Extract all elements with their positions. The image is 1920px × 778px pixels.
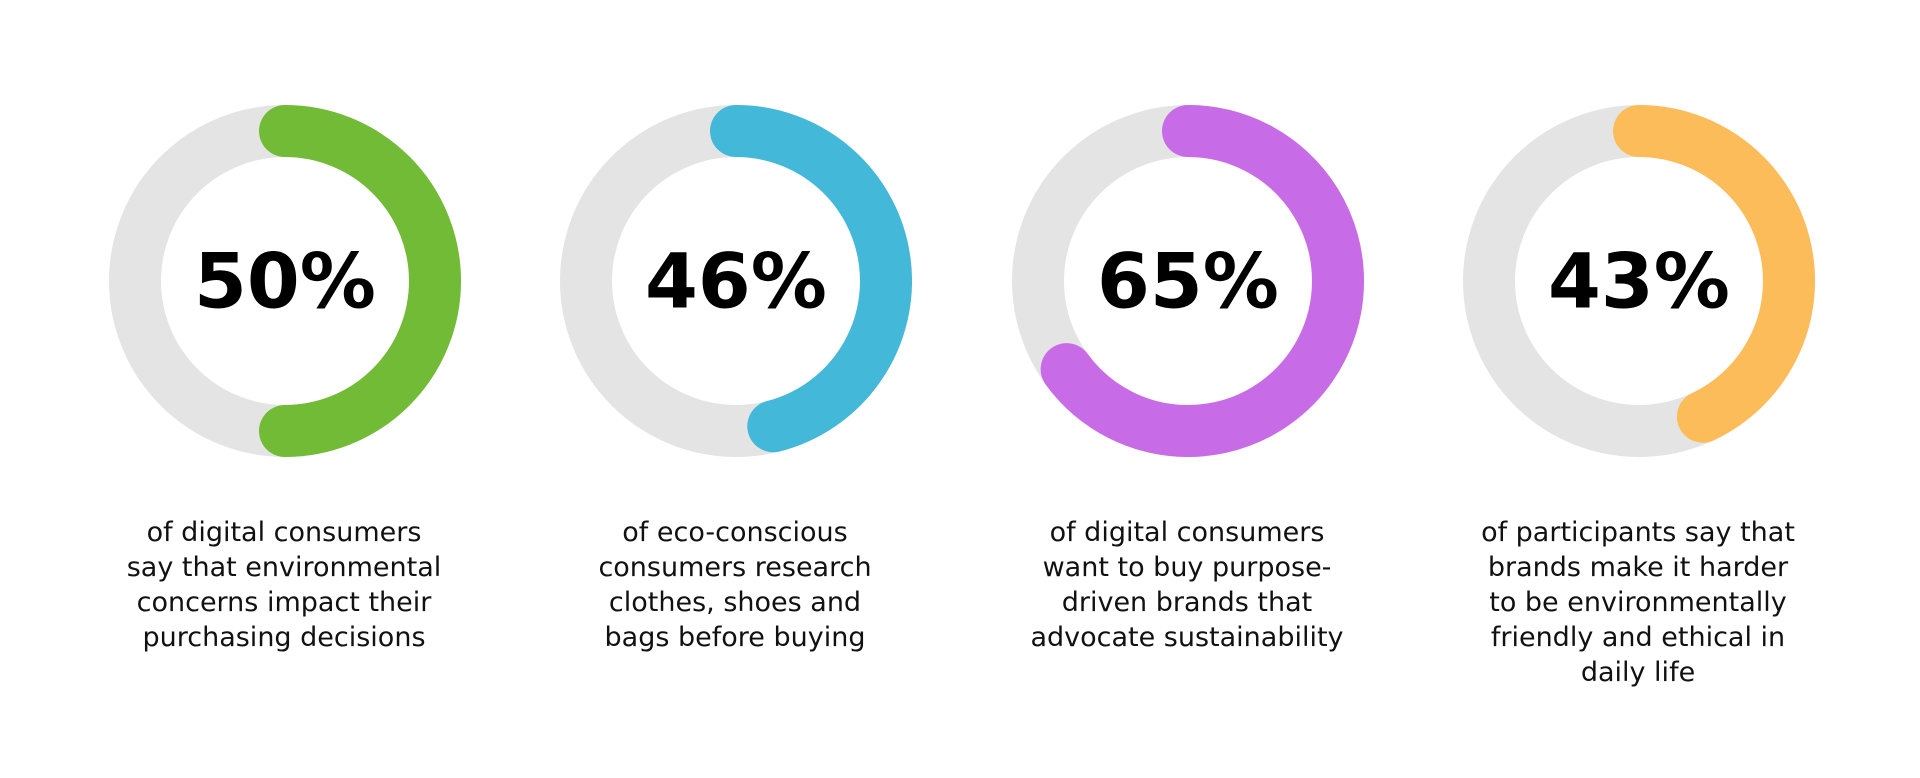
caption-line: want to buy purpose- xyxy=(1042,552,1332,583)
caption-line: driven brands that xyxy=(1061,587,1313,618)
stat-caption: of digital consumers want to buy purpose… xyxy=(987,515,1387,655)
caption-line: of participants say that xyxy=(1481,517,1795,548)
caption-line: advocate sustainability xyxy=(1030,622,1344,653)
caption-line: concerns impact their xyxy=(136,587,432,618)
donut-chart-3: 65% xyxy=(1012,105,1364,457)
donut-chart-4: 43% xyxy=(1463,105,1815,457)
caption-line: consumers research xyxy=(598,552,872,583)
caption-line: say that environmental xyxy=(126,552,442,583)
stat-card-3: 65% of digital consumers want to buy pur… xyxy=(967,105,1407,725)
stat-value: 46% xyxy=(645,237,827,326)
stat-caption: of digital consumers say that environmen… xyxy=(84,515,484,655)
caption-line: bags before buying xyxy=(604,622,866,653)
stat-caption: of eco-conscious consumers research clot… xyxy=(535,515,935,655)
stat-card-4: 43% of participants say that brands make… xyxy=(1418,105,1858,725)
stat-value: 43% xyxy=(1548,237,1730,326)
donut-chart-2: 46% xyxy=(560,105,912,457)
stat-card-1: 50% of digital consumers say that enviro… xyxy=(64,105,504,725)
stat-value: 65% xyxy=(1097,237,1279,326)
stats-row: 50% of digital consumers say that enviro… xyxy=(0,0,1920,778)
stat-caption: of participants say that brands make it … xyxy=(1438,515,1838,690)
caption-line: clothes, shoes and xyxy=(608,587,862,618)
caption-line: of digital consumers xyxy=(146,517,422,548)
caption-line: purchasing decisions xyxy=(142,622,426,653)
caption-line: of digital consumers xyxy=(1049,517,1325,548)
caption-line: brands make it harder xyxy=(1487,552,1789,583)
caption-line: of eco-conscious xyxy=(622,517,848,548)
stat-card-2: 46% of eco-conscious consumers research … xyxy=(515,105,955,725)
caption-line: daily life xyxy=(1580,657,1696,688)
caption-line: friendly and ethical in xyxy=(1490,622,1786,653)
stat-value: 50% xyxy=(194,237,376,326)
donut-chart-1: 50% xyxy=(109,105,461,457)
caption-line: to be environmentally xyxy=(1489,587,1787,618)
